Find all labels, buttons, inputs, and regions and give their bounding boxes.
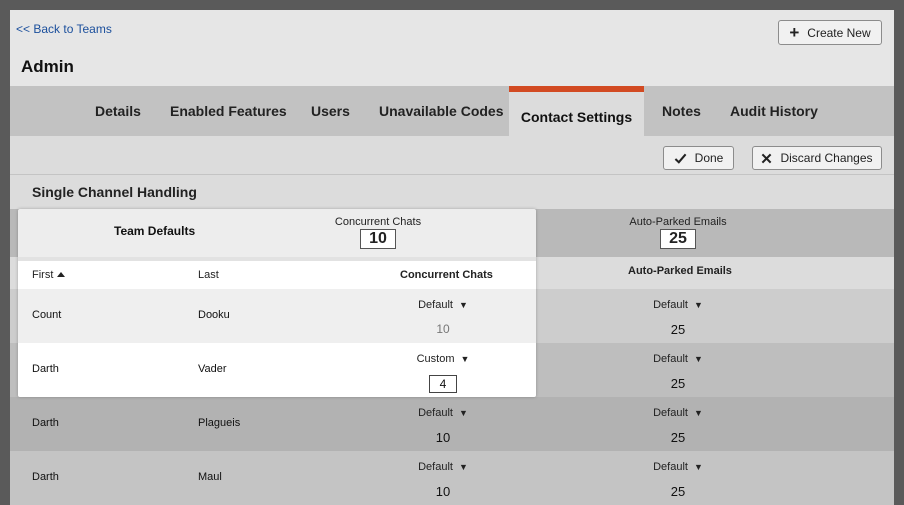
cell-first: Count: [32, 309, 62, 321]
caret-down-icon: ▼: [693, 300, 703, 310]
page-title: Admin: [21, 57, 74, 76]
row-highlight: Count Dooku Default ▼ 10: [18, 289, 536, 343]
spotlight-region: Team Defaults Concurrent Chats 10 First …: [18, 209, 536, 397]
tab-audit-history[interactable]: Audit History: [730, 103, 818, 119]
parked-mode-value: Default: [653, 299, 688, 311]
done-button[interactable]: Done: [663, 146, 734, 170]
tab-notes[interactable]: Notes: [662, 103, 701, 119]
concurrent-mode-select[interactable]: Default ▼: [343, 461, 543, 473]
cell-first: Darth: [32, 417, 59, 429]
parked-mode-select[interactable]: Default ▼: [578, 353, 778, 365]
caret-down-icon: ▼: [458, 300, 468, 310]
discard-changes-label: Discard Changes: [780, 151, 873, 165]
parked-value: 25: [670, 376, 686, 391]
caret-down-icon: ▼: [458, 462, 468, 472]
concurrent-mode-value: Default: [418, 299, 453, 311]
team-default-concurrent: Concurrent Chats 10: [278, 216, 478, 249]
parked-mode-select[interactable]: Default ▼: [578, 407, 778, 419]
parked-mode-select[interactable]: Default ▼: [578, 299, 778, 311]
tab-details[interactable]: Details: [95, 103, 141, 119]
tab-enabled-features[interactable]: Enabled Features: [170, 103, 287, 119]
caret-down-icon: ▼: [460, 354, 470, 364]
tab-bar: Details Enabled Features Users Unavailab…: [10, 86, 894, 137]
parked-value: 25: [670, 430, 686, 445]
concurrent-mode-select[interactable]: Default ▼: [343, 299, 536, 311]
concurrent-mode-value: Default: [418, 407, 453, 419]
header-first[interactable]: First: [32, 269, 66, 281]
check-icon: [674, 153, 687, 164]
header-auto-parked-emails[interactable]: Auto-Parked Emails: [628, 265, 732, 277]
cell-first: Darth: [32, 471, 59, 483]
title-bar: Admin: [10, 46, 894, 87]
concurrent-value: 10: [435, 430, 451, 445]
team-defaults-highlight: Team Defaults Concurrent Chats 10: [18, 209, 536, 257]
close-icon: [762, 153, 772, 163]
concurrent-value: 10: [436, 322, 450, 336]
action-bar: Done Discard Changes: [10, 136, 894, 175]
caret-down-icon: ▼: [693, 408, 703, 418]
sort-ascending-icon: [57, 272, 66, 277]
create-new-button[interactable]: + Create New: [778, 20, 882, 45]
cell-last: Maul: [198, 471, 222, 483]
caret-down-icon: ▼: [458, 408, 468, 418]
cell-first: Darth: [32, 363, 59, 375]
plus-icon: +: [789, 22, 800, 42]
parked-value: 25: [670, 484, 686, 499]
team-default-parked: Auto-Parked Emails 25: [578, 216, 778, 249]
concurrent-mode-value: Default: [418, 461, 453, 473]
tab-unavailable-codes[interactable]: Unavailable Codes: [379, 103, 504, 119]
top-bar: << Back to Teams + Create New: [10, 10, 894, 46]
cell-last: Plagueis: [198, 417, 241, 429]
cell-last: Vader: [198, 363, 227, 375]
concurrent-value: 4: [343, 375, 536, 393]
section-title: Single Channel Handling: [32, 184, 197, 200]
table-row: Darth Maul Default ▼ 10 Default ▼ 25: [10, 451, 894, 505]
app-frame: << Back to Teams + Create New Admin Deta…: [10, 10, 894, 505]
team-default-concurrent-label: Concurrent Chats: [334, 216, 422, 228]
parked-value: 25: [670, 322, 686, 337]
parked-mode-value: Default: [653, 353, 688, 365]
done-label: Done: [694, 151, 724, 165]
parked-mode-select[interactable]: Default ▼: [578, 461, 778, 473]
cell-last: Dooku: [198, 309, 230, 321]
concurrent-mode-select[interactable]: Custom ▼: [343, 353, 536, 365]
tab-contact-settings[interactable]: Contact Settings: [509, 86, 644, 137]
team-default-parked-value[interactable]: 25: [660, 229, 696, 249]
header-first-label: First: [32, 269, 54, 281]
header-last[interactable]: Last: [198, 269, 219, 281]
parked-mode-value: Default: [653, 407, 688, 419]
row-highlight: Darth Vader Custom ▼ 4: [18, 343, 536, 397]
concurrent-mode-value: Custom: [416, 353, 455, 365]
header-concurrent-chats[interactable]: Concurrent Chats: [400, 269, 493, 281]
caret-down-icon: ▼: [693, 354, 703, 364]
concurrent-mode-select[interactable]: Default ▼: [343, 407, 543, 419]
discard-changes-button[interactable]: Discard Changes: [752, 146, 882, 170]
back-to-teams-link[interactable]: << Back to Teams: [16, 22, 112, 36]
caret-down-icon: ▼: [693, 462, 703, 472]
tab-users[interactable]: Users: [311, 103, 350, 119]
parked-mode-value: Default: [653, 461, 688, 473]
concurrent-value: 10: [435, 484, 451, 499]
create-new-label: Create New: [807, 25, 871, 40]
team-default-concurrent-value[interactable]: 10: [360, 229, 396, 249]
concurrent-custom-input[interactable]: 4: [429, 375, 457, 393]
header-highlight: First Last Concurrent Chats: [18, 261, 536, 289]
team-defaults-label: Team Defaults: [114, 224, 196, 238]
table-row: Darth Plagueis Default ▼ 10 Default ▼ 25: [10, 397, 894, 451]
team-default-parked-label: Auto-Parked Emails: [629, 216, 727, 228]
